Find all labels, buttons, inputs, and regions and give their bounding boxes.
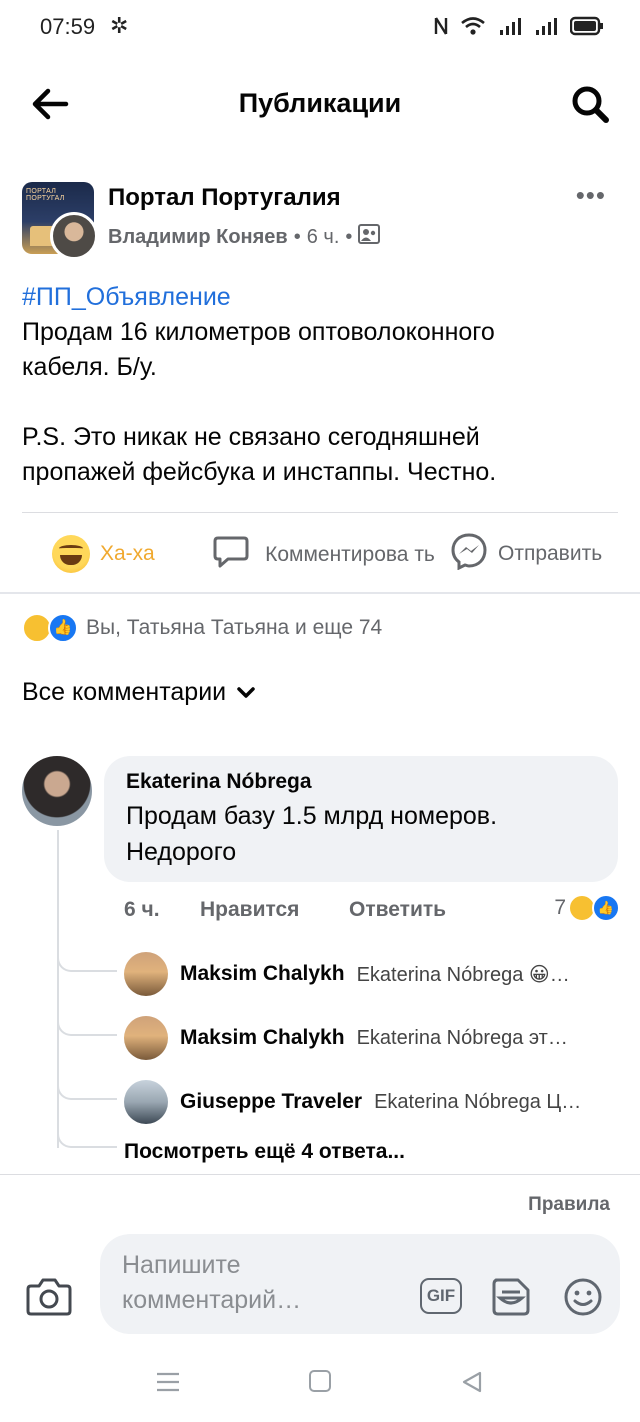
messenger-icon bbox=[450, 532, 488, 576]
reactions-summary-text: Вы, Татьяна Татьяна и еще 74 bbox=[86, 616, 383, 639]
settings-status-icon: ✲ bbox=[110, 13, 129, 38]
top-app-bar: Публикации bbox=[0, 66, 640, 142]
camera-icon[interactable] bbox=[26, 1276, 72, 1316]
comment-reactions[interactable]: 7 👍 bbox=[554, 894, 620, 922]
comment-input-placeholder: Напишите комментарий… bbox=[122, 1251, 302, 1314]
divider bbox=[22, 512, 618, 513]
reply-avatar[interactable] bbox=[124, 1080, 168, 1124]
emoji-icon[interactable] bbox=[562, 1276, 604, 1318]
reply-avatar[interactable] bbox=[124, 952, 168, 996]
post-actions: Ха-ха Комментирова ть Отправить bbox=[0, 520, 640, 588]
system-nav-bar bbox=[0, 1358, 640, 1408]
reaction-label: Ха-ха bbox=[100, 542, 155, 565]
comment-text: Продам базу 1.5 млрд номеров. Недорого bbox=[126, 802, 498, 866]
battery-icon bbox=[569, 16, 604, 41]
signal-icon-2 bbox=[534, 16, 558, 41]
home-icon[interactable] bbox=[309, 1370, 331, 1392]
like-reaction-icon: 👍 bbox=[48, 613, 78, 643]
comment-bubble[interactable]: Ekaterina Nóbrega Продам базу 1.5 млрд н… bbox=[104, 756, 618, 882]
send-label: Отправить bbox=[498, 542, 603, 565]
sticker-icon[interactable] bbox=[490, 1276, 532, 1318]
reply-avatar[interactable] bbox=[124, 1016, 168, 1060]
post-header: ПОРТАЛ ПОРТУГАЛ Портал Португалия Владим… bbox=[22, 178, 618, 262]
more-options-icon[interactable]: ••• bbox=[576, 180, 606, 211]
reply-connector bbox=[57, 1016, 117, 1036]
thread-line bbox=[57, 830, 59, 1148]
signal-icon-1 bbox=[498, 16, 522, 41]
like-reaction-icon: 👍 bbox=[592, 894, 620, 922]
status-time: 07:59 bbox=[40, 14, 96, 39]
comment-like-button[interactable]: Нравится bbox=[200, 898, 299, 922]
reaction-icons: 👍 bbox=[22, 612, 80, 644]
reply-text: Ekaterina Nóbrega эт… bbox=[356, 1026, 568, 1049]
page-title: Публикации bbox=[238, 88, 402, 118]
chevron-down-icon bbox=[236, 678, 256, 707]
page-avatar-caption: ПОРТАЛ ПОРТУГАЛ bbox=[26, 188, 65, 202]
comment-time: 6 ч. bbox=[124, 898, 160, 921]
haha-reaction-button[interactable]: Ха-ха bbox=[52, 520, 155, 588]
reactions-summary[interactable]: 👍 Вы, Татьяна Татьяна и еще 74 bbox=[22, 610, 382, 646]
send-button[interactable]: Отправить bbox=[450, 520, 602, 588]
reply-author[interactable]: Maksim Chalykh bbox=[180, 1026, 345, 1050]
reply-item[interactable]: Maksim Chalykh Ekaterina Nóbrega 😀… bbox=[124, 952, 620, 996]
wifi-icon bbox=[460, 16, 486, 41]
group-privacy-icon bbox=[358, 224, 381, 250]
commenter-name[interactable]: Ekaterina Nóbrega bbox=[126, 770, 596, 794]
comment-input[interactable]: Напишите комментарий… GIF bbox=[100, 1234, 620, 1334]
reply-item[interactable]: Maksim Chalykh Ekaterina Nóbrega эт… bbox=[124, 1016, 620, 1060]
nav-back-icon[interactable] bbox=[460, 1370, 484, 1394]
comment-meta: 6 ч. Нравится Ответить 7 👍 bbox=[124, 894, 620, 926]
comment-reply-button[interactable]: Ответить bbox=[349, 898, 446, 922]
status-bar: 07:59 ✲ bbox=[0, 0, 640, 56]
page-name[interactable]: Портал Португалия bbox=[108, 184, 341, 212]
view-more-replies-link[interactable]: Посмотреть ещё 4 ответа... bbox=[124, 1140, 405, 1164]
reply-author[interactable]: Giuseppe Traveler bbox=[180, 1090, 362, 1114]
author-avatar[interactable] bbox=[50, 212, 98, 260]
reply-text: Ekaterina Nóbrega Ц… bbox=[374, 1090, 582, 1113]
meta-separator: • bbox=[293, 225, 301, 248]
rules-link[interactable]: Правила bbox=[528, 1194, 610, 1216]
comments-filter-dropdown[interactable]: Все комментарии bbox=[22, 678, 256, 707]
meta-separator: • bbox=[345, 225, 353, 248]
post-author[interactable]: Владимир Коняев bbox=[108, 226, 288, 249]
reply-text: Ekaterina Nóbrega 😀… bbox=[356, 963, 570, 986]
post-meta: Владимир Коняев • 6 ч. • bbox=[108, 224, 381, 250]
post-body: #ПП_Объявление Продам 16 километров опто… bbox=[22, 280, 618, 490]
reply-connector bbox=[57, 952, 117, 972]
gif-button[interactable]: GIF bbox=[420, 1278, 462, 1314]
reply-author[interactable]: Maksim Chalykh bbox=[180, 962, 345, 986]
post-hashtag[interactable]: #ПП_Объявление bbox=[22, 280, 618, 315]
comments-filter-label: Все комментарии bbox=[22, 678, 227, 706]
haha-emoji-icon bbox=[52, 535, 90, 573]
recent-apps-icon[interactable] bbox=[155, 1370, 181, 1394]
search-icon[interactable] bbox=[568, 82, 612, 126]
status-icons bbox=[434, 16, 604, 41]
comment-icon bbox=[212, 532, 250, 576]
comment-composer: Напишите комментарий… GIF bbox=[0, 1234, 640, 1334]
nfc-icon bbox=[434, 16, 448, 41]
comment-label: Комментирова ть bbox=[265, 542, 435, 566]
reply-connector bbox=[57, 1080, 117, 1100]
post-text: Продам 16 километров оптоволоконного каб… bbox=[22, 318, 497, 486]
comment-button[interactable]: Комментирова ть bbox=[212, 520, 440, 588]
divider bbox=[0, 1174, 640, 1175]
reply-item[interactable]: Giuseppe Traveler Ekaterina Nóbrega Ц… bbox=[124, 1080, 620, 1124]
commenter-avatar[interactable] bbox=[22, 756, 92, 826]
reply-connector bbox=[57, 1128, 117, 1148]
post-time[interactable]: 6 ч. bbox=[307, 226, 340, 249]
divider bbox=[0, 592, 640, 594]
comment-reaction-count: 7 bbox=[554, 896, 566, 919]
